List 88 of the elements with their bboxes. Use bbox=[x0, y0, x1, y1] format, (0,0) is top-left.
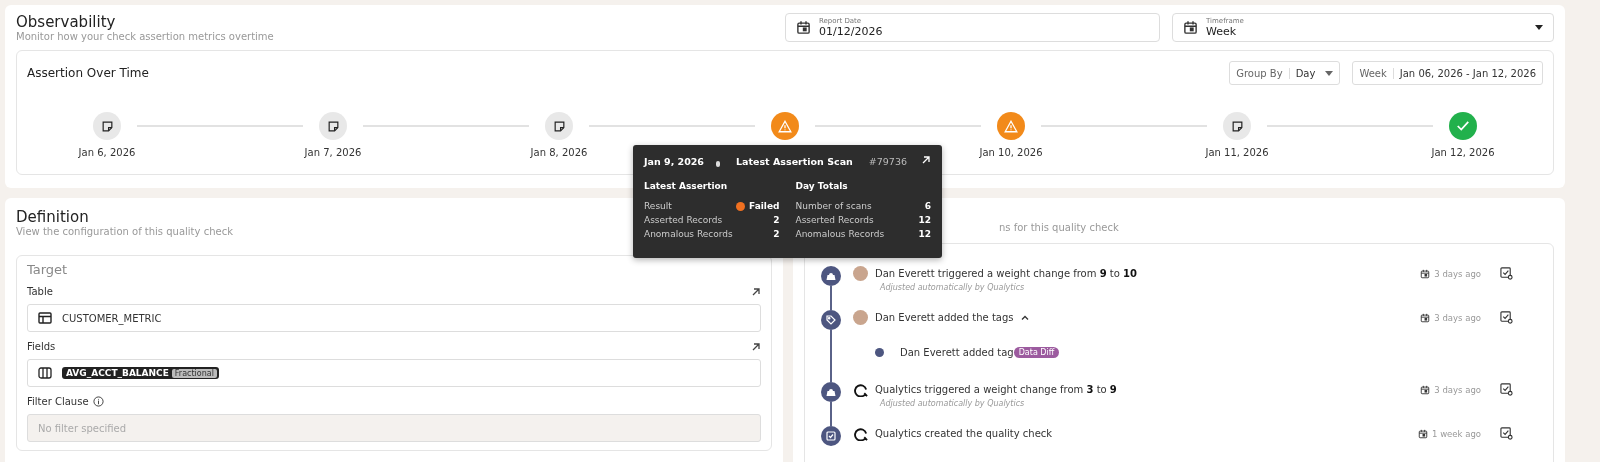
info-icon bbox=[92, 396, 104, 407]
weight-icon bbox=[826, 387, 836, 397]
weight-icon bbox=[826, 271, 836, 281]
stat-label: Anomalous Records bbox=[644, 228, 733, 241]
chart-title: Assertion Over Time bbox=[27, 66, 150, 80]
day-label: Jan 8, 2026 bbox=[530, 147, 588, 158]
activity-text: Dan Everett added the tags bbox=[875, 312, 1014, 323]
external-link-icon[interactable] bbox=[751, 286, 761, 297]
stat-label: Anomalous Records bbox=[795, 228, 885, 241]
checklist-icon[interactable] bbox=[1500, 383, 1513, 396]
activity-text: Qualytics created the quality check bbox=[875, 428, 1053, 439]
note-icon bbox=[552, 119, 566, 133]
scan-id[interactable]: #79736 bbox=[868, 155, 907, 167]
columns-icon bbox=[38, 367, 52, 379]
activity-time: 3 days ago bbox=[1434, 312, 1481, 323]
activity-time: 3 days ago bbox=[1434, 268, 1481, 279]
table-field[interactable]: CUSTOMER_METRIC bbox=[27, 304, 761, 332]
note-icon bbox=[1230, 119, 1244, 133]
target-heading: Target bbox=[27, 262, 68, 277]
stat-value: 12 bbox=[918, 228, 931, 241]
tooltip-heading: Day Totals bbox=[795, 181, 849, 191]
section-subtitle: ns for this quality check bbox=[999, 222, 1119, 233]
field-label: Table bbox=[27, 286, 53, 297]
day-label: Jan 10, 2026 bbox=[979, 147, 1043, 158]
warning-icon bbox=[778, 119, 792, 133]
day-status[interactable] bbox=[545, 112, 573, 140]
day-label: Jan 7, 2026 bbox=[304, 147, 362, 158]
day-label: Jan 11, 2026 bbox=[1205, 147, 1269, 158]
caret-icon bbox=[1535, 25, 1543, 30]
day-status[interactable] bbox=[93, 112, 121, 140]
field-chip: AVG_ACCT_BALANCE Fractional bbox=[62, 367, 219, 379]
external-link-icon[interactable] bbox=[751, 341, 761, 352]
section-subtitle: View the configuration of this quality check bbox=[16, 226, 233, 237]
fields-field[interactable]: AVG_ACCT_BALANCE Fractional bbox=[27, 359, 761, 387]
stat-label: Number of scans bbox=[795, 200, 872, 213]
caret-icon bbox=[1325, 70, 1334, 76]
page-subtitle: Monitor how your check assertion metrics overtime bbox=[16, 31, 274, 42]
bullet-icon bbox=[875, 348, 884, 357]
tag-label: Data Diff bbox=[1013, 347, 1060, 358]
stat-label: Result bbox=[644, 200, 672, 213]
note-icon bbox=[326, 119, 340, 133]
stat-value: Failed bbox=[749, 200, 780, 213]
check-icon bbox=[1456, 120, 1470, 132]
activity-time: 3 days ago bbox=[1434, 384, 1481, 395]
group-by-select[interactable]: Group By Day bbox=[1229, 61, 1341, 85]
chevron-icon[interactable] bbox=[1020, 315, 1029, 320]
calendar-icon bbox=[1420, 312, 1431, 323]
activity-note: Adjusted automatically by Qualytics bbox=[878, 399, 1026, 408]
stat-label: Asserted Records bbox=[644, 214, 723, 227]
calendar-icon bbox=[1418, 428, 1429, 439]
tooltip-date: Jan 9, 2026 bbox=[644, 155, 705, 167]
calendar-icon bbox=[1420, 268, 1431, 279]
tooltip-heading: Latest Assertion bbox=[644, 181, 729, 191]
calendar-icon bbox=[1420, 384, 1431, 395]
stat-value: 2 bbox=[773, 228, 780, 241]
calendar-icon bbox=[1183, 20, 1198, 35]
day-status[interactable] bbox=[1223, 112, 1251, 140]
stat-label: Asserted Records bbox=[795, 214, 874, 227]
table-icon bbox=[38, 312, 52, 324]
activity-text: Dan Everett added tag bbox=[900, 347, 1014, 358]
tag-icon bbox=[826, 315, 836, 325]
page-title: Observability bbox=[16, 13, 116, 31]
checklist-icon bbox=[826, 431, 836, 441]
day-label: Jan 12, 2026 bbox=[1431, 147, 1495, 158]
scan-label: Latest Assertion Scan bbox=[736, 155, 853, 167]
stat-value: 6 bbox=[924, 200, 931, 213]
stat-value: 2 bbox=[773, 214, 780, 227]
section-title: Definition bbox=[16, 208, 89, 226]
activity-time: 1 week ago bbox=[1432, 428, 1481, 439]
checklist-icon[interactable] bbox=[1500, 267, 1513, 280]
stat-value: 12 bbox=[918, 214, 931, 227]
day-status[interactable] bbox=[319, 112, 347, 140]
note-icon bbox=[100, 119, 114, 133]
week-range-field[interactable]: Week Jan 06, 2026 - Jan 12, 2026 bbox=[1352, 61, 1543, 85]
avatar bbox=[853, 310, 868, 325]
field-label: Filter Clause bbox=[27, 396, 104, 407]
activity-note: Adjusted automatically by Qualytics bbox=[878, 283, 1026, 292]
logo-icon bbox=[853, 382, 868, 397]
field-label: Fields bbox=[27, 341, 56, 352]
checklist-icon[interactable] bbox=[1500, 427, 1513, 440]
avatar bbox=[853, 266, 868, 281]
checklist-icon[interactable] bbox=[1500, 311, 1513, 324]
logo-icon bbox=[853, 426, 868, 441]
warning-icon bbox=[1004, 119, 1018, 133]
activity-text: Qualytics triggered a weight change from 3 to 9 bbox=[875, 384, 1117, 395]
calendar-icon bbox=[796, 20, 811, 35]
day-label: Jan 6, 2026 bbox=[78, 147, 136, 158]
activity-text: Dan Everett triggered a weight change from 9 to 10 bbox=[875, 268, 1137, 279]
